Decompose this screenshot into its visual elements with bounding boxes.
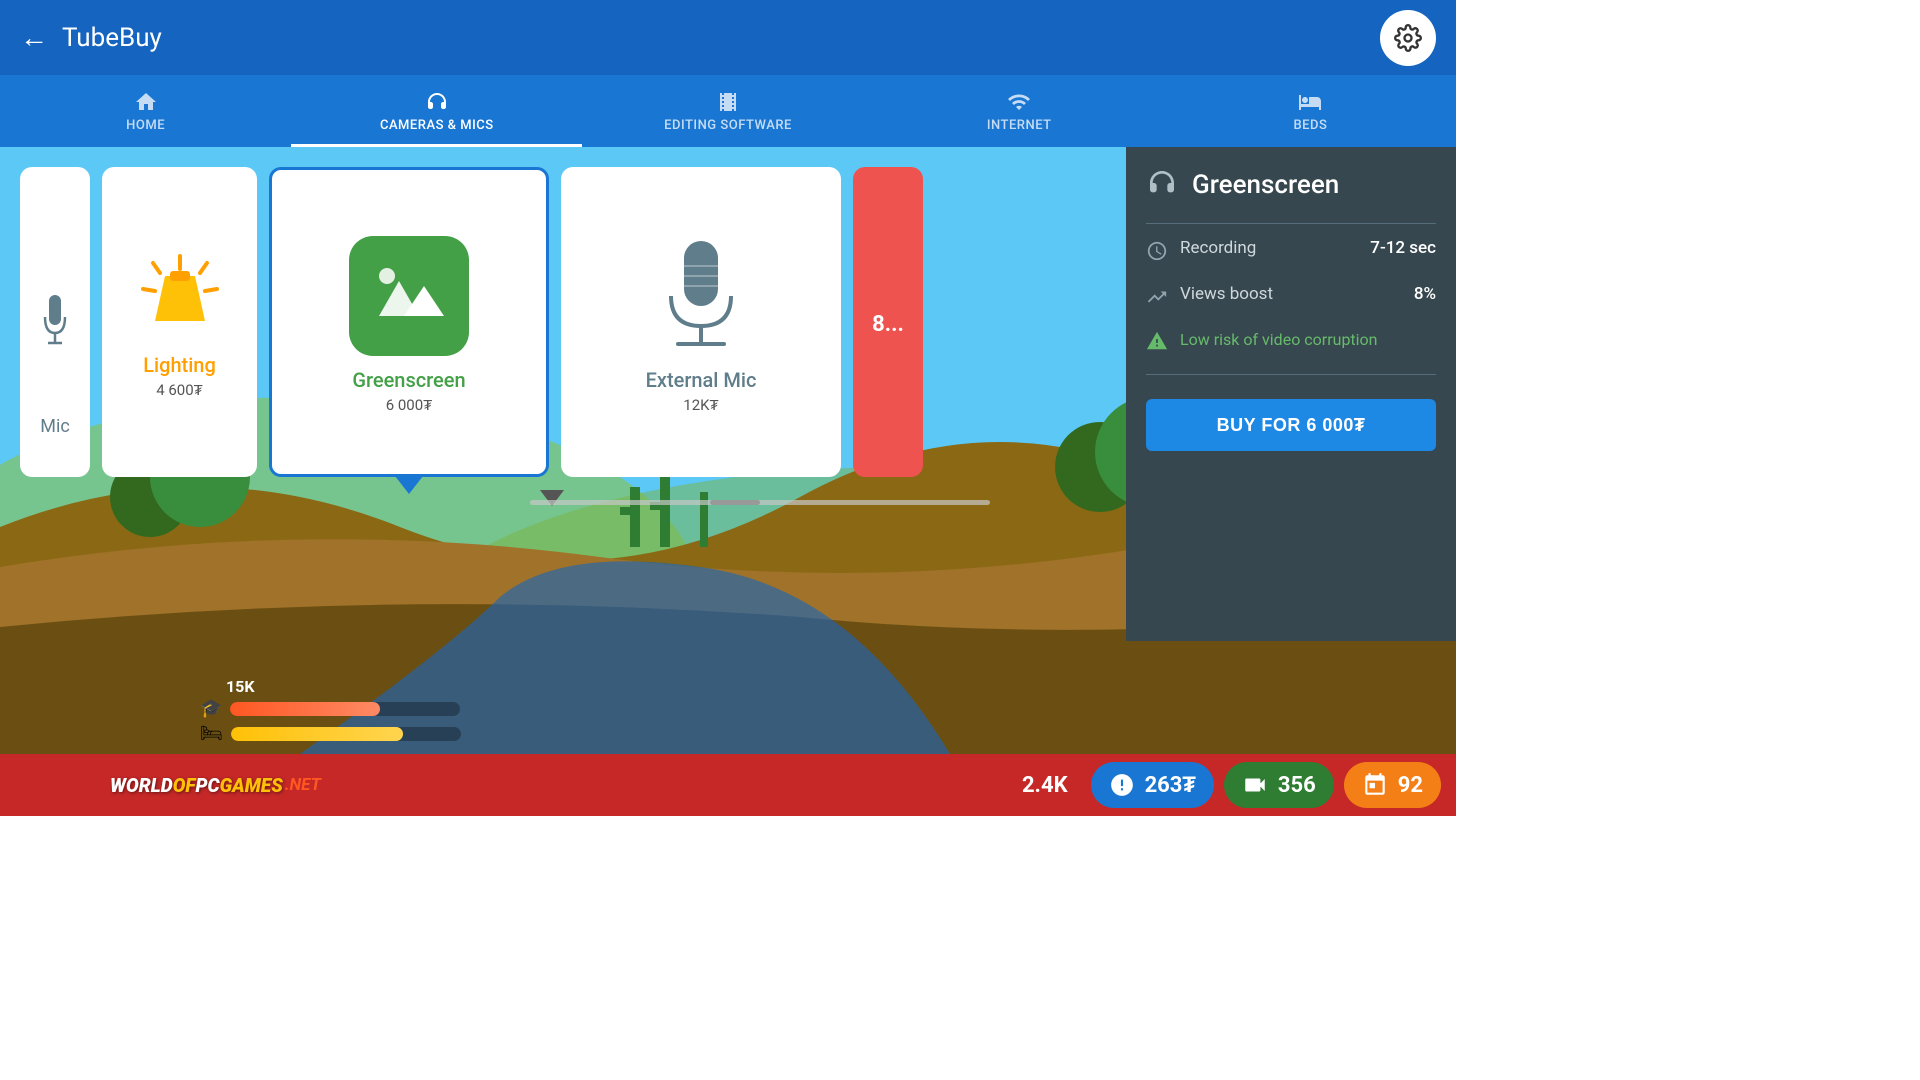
progress-max-label: 15K — [226, 677, 461, 696]
currency-icon — [1109, 772, 1135, 798]
card-externlmic-price: 12K₮ — [683, 396, 718, 414]
warning-icon — [1146, 330, 1168, 356]
detail-title: Greenscreen — [1192, 170, 1339, 200]
detail-risk-row: Low risk of video corruption — [1146, 330, 1436, 356]
card-externlmic-label: External Mic — [646, 368, 757, 392]
clock-icon — [1146, 240, 1168, 266]
divider-2 — [1146, 374, 1436, 375]
tab-home[interactable]: HOME — [0, 75, 291, 147]
tab-editing-label: EDITING SOFTWARE — [664, 118, 792, 133]
greenscreen-icon-bg — [349, 236, 469, 356]
progress-bar-2-bg — [231, 727, 461, 741]
gear-icon — [1394, 24, 1422, 52]
card-partial-label: 8... — [872, 312, 904, 337]
selected-arrow — [395, 476, 423, 494]
film-icon — [716, 90, 740, 114]
site-name: WORLDOFPCGAMES — [110, 774, 283, 797]
card-lighting-price: 4 600₮ — [156, 381, 203, 399]
detail-recording-row: Recording 7-12 sec — [1146, 238, 1436, 266]
detail-header: Greenscreen — [1146, 167, 1436, 203]
greenscreen-icon — [369, 256, 449, 336]
hat-icon: 🎓 — [200, 698, 222, 719]
views-boost-label: Views boost — [1180, 284, 1402, 304]
calendar-icon — [1362, 772, 1388, 798]
header: ← TubeBuy — [0, 0, 1456, 75]
progress-row-1: 🎓 — [200, 698, 461, 719]
home-icon — [134, 90, 158, 114]
tab-cameras-mics-label: CAMERAS & MICS — [380, 118, 494, 133]
video-badge: 356 — [1224, 762, 1334, 808]
app-title: TubeBuy — [62, 23, 1380, 53]
divider-1 — [1146, 223, 1436, 224]
recording-label: Recording — [1180, 238, 1358, 258]
views-boost-value: 8% — [1414, 284, 1436, 304]
tab-cameras-mics[interactable]: CAMERAS & MICS — [291, 75, 582, 147]
nav-tabs: HOME CAMERAS & MICS EDITING SOFTWARE INT… — [0, 75, 1456, 147]
bed-small-icon: 🛏 — [200, 723, 223, 744]
video-icon — [1242, 772, 1268, 798]
card-greenscreen-label: Greenscreen — [352, 368, 465, 392]
progress-bar-1-bg — [230, 702, 460, 716]
progress-bar-2-fill — [231, 727, 404, 741]
tab-beds[interactable]: BEDS — [1165, 75, 1456, 147]
card-mic-label: Mic — [20, 416, 90, 437]
currency-value: 263₮ — [1145, 772, 1196, 798]
video-value: 356 — [1278, 773, 1316, 798]
calendar-badge: 92 — [1344, 762, 1441, 808]
external-mic-icon — [646, 236, 756, 356]
trending-icon — [1146, 286, 1168, 312]
headphones-detail-icon — [1146, 167, 1178, 203]
risk-label: Low risk of video corruption — [1180, 330, 1378, 349]
card-mic[interactable]: Mic — [20, 167, 90, 477]
calendar-value: 92 — [1398, 773, 1423, 798]
views-count: 2.4K — [1022, 773, 1068, 798]
headphones-icon — [425, 90, 449, 114]
tab-editing-software[interactable]: EDITING SOFTWARE — [582, 75, 873, 147]
tab-internet[interactable]: INTERNET — [874, 75, 1165, 147]
buy-button[interactable]: BUY FOR 6 000₮ — [1146, 399, 1436, 451]
scroll-thumb — [710, 500, 760, 505]
recording-value: 7-12 sec — [1370, 238, 1436, 258]
site-logo: WORLDOFPCGAMES .NET — [10, 774, 1022, 797]
scroll-bar[interactable] — [530, 500, 990, 505]
detail-views-boost-row: Views boost 8% — [1146, 284, 1436, 312]
detail-panel: Greenscreen Recording 7-12 sec Views boo… — [1126, 147, 1456, 641]
tab-beds-label: BEDS — [1293, 118, 1327, 133]
card-lighting-label: Lighting — [143, 353, 216, 377]
status-bar: WORLDOFPCGAMES .NET 2.4K 263₮ 356 92 — [0, 754, 1456, 816]
progress-bar-1-fill — [230, 702, 380, 716]
bed-icon — [1298, 90, 1322, 114]
tab-internet-label: INTERNET — [987, 118, 1052, 133]
back-button[interactable]: ← — [20, 21, 48, 54]
progress-area: 15K 🎓 🛏 — [200, 677, 461, 748]
card-partial[interactable]: 8... — [853, 167, 923, 477]
settings-button[interactable] — [1380, 10, 1436, 66]
tab-home-label: HOME — [126, 118, 165, 133]
site-suffix: .NET — [285, 775, 321, 795]
card-lighting[interactable]: Lighting 4 600₮ — [102, 167, 257, 477]
card-greenscreen-price: 6 000₮ — [386, 396, 433, 414]
card-greenscreen[interactable]: Greenscreen 6 000₮ — [269, 167, 549, 477]
lighting-icon — [135, 251, 225, 341]
wifi-icon — [1007, 90, 1031, 114]
progress-row-2: 🛏 — [200, 723, 461, 744]
mic-small-icon — [40, 295, 70, 355]
currency-badge: 263₮ — [1091, 762, 1214, 808]
card-external-mic[interactable]: External Mic 12K₮ — [561, 167, 841, 477]
